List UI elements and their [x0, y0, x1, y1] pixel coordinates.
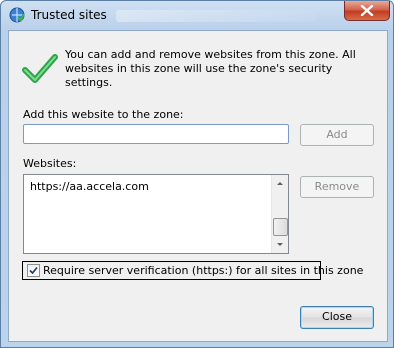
remove-button[interactable]: Remove	[300, 176, 374, 198]
list-item[interactable]: https://aa.accela.com	[30, 180, 149, 193]
dialog-body: You can add and remove websites from thi…	[8, 30, 388, 342]
window-title: Trusted sites	[31, 8, 107, 22]
trusted-sites-dialog: Trusted sites You can add and remove web…	[0, 0, 394, 348]
chevron-down-icon	[277, 243, 283, 246]
window-close-button[interactable]	[344, 1, 390, 21]
add-site-input[interactable]	[23, 124, 289, 144]
scroll-up-button[interactable]	[272, 175, 288, 191]
server-verification-checkbox[interactable]	[27, 264, 40, 277]
trusted-check-icon	[22, 53, 58, 85]
background-blur	[116, 10, 316, 22]
server-verification-option[interactable]: Require server verification (https:) for…	[22, 261, 363, 280]
websites-list[interactable]: https://aa.accela.com	[23, 174, 289, 254]
chevron-up-icon	[277, 182, 283, 185]
internet-options-icon	[9, 7, 25, 23]
add-button[interactable]: Add	[300, 124, 374, 146]
zone-description: You can add and remove websites from thi…	[65, 48, 356, 89]
title-bar[interactable]: Trusted sites	[1, 1, 393, 30]
close-button[interactable]: Close	[300, 306, 374, 329]
scroll-thumb[interactable]	[273, 218, 288, 236]
close-icon	[360, 5, 374, 16]
websites-label: Websites:	[23, 157, 77, 170]
server-verification-label: Require server verification (https:) for…	[43, 264, 364, 277]
checkmark-icon	[29, 266, 38, 275]
websites-scrollbar[interactable]	[271, 175, 288, 253]
scroll-down-button[interactable]	[272, 237, 288, 253]
add-site-label: Add this website to the zone:	[23, 108, 184, 121]
